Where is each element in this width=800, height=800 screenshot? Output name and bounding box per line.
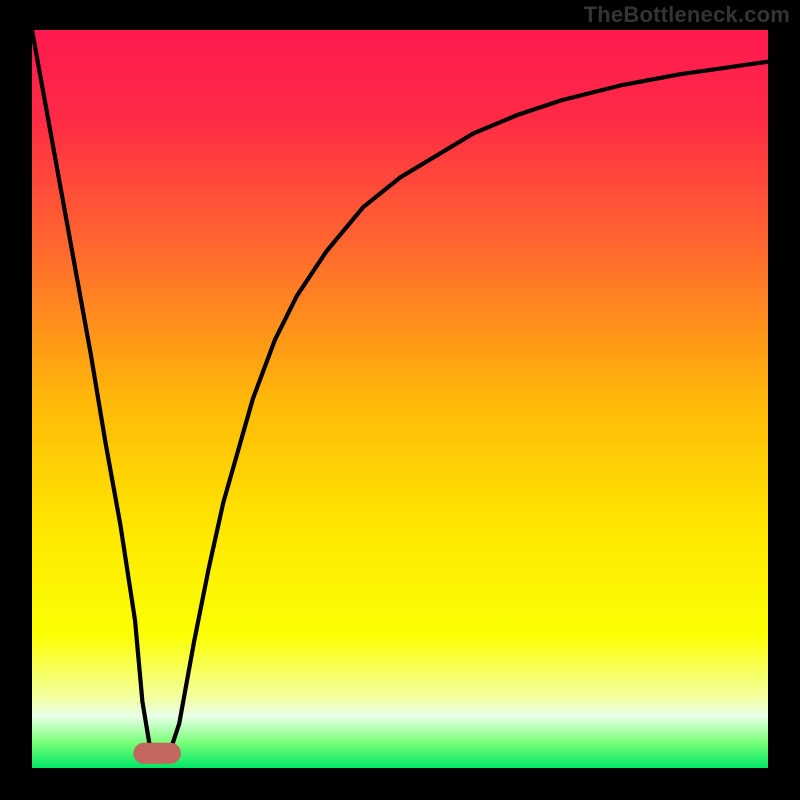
- bottleneck-chart: [0, 0, 800, 800]
- plot-background: [32, 30, 768, 768]
- optimal-marker: [134, 743, 180, 763]
- chart-frame: { "watermark": "TheBottleneck.com", "col…: [0, 0, 800, 800]
- watermark-text: TheBottleneck.com: [584, 2, 790, 28]
